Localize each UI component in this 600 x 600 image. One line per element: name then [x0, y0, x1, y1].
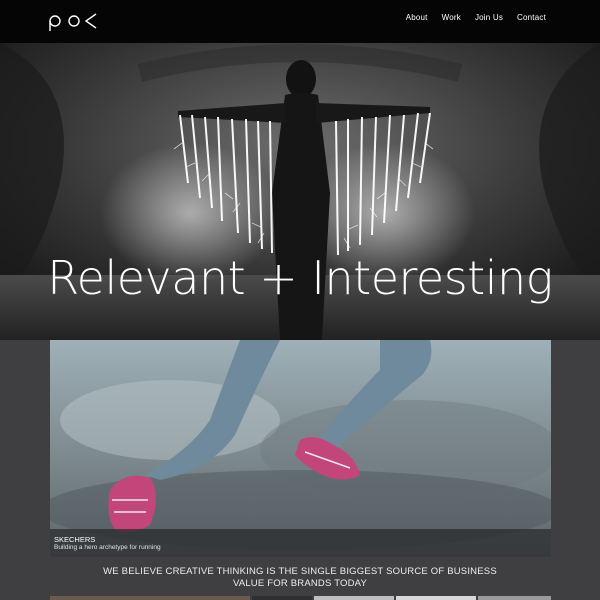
- tagline-line-2: VALUE FOR BRANDS TODAY: [232, 578, 368, 589]
- nav-about-link[interactable]: About: [406, 13, 428, 22]
- work-thumbnail[interactable]: [252, 596, 312, 600]
- brand-tagline: WE BELIEVE CREATIVE THINKING IS THE SING…: [0, 566, 600, 590]
- top-navigation-bar: About Work Join Us Contact: [0, 0, 600, 43]
- work-thumbnail[interactable]: [314, 596, 394, 600]
- tagline-line-1: WE BELIEVE CREATIVE THINKING IS THE SING…: [103, 566, 497, 577]
- nav-join-us-link[interactable]: Join Us: [475, 13, 503, 22]
- work-title: SKECHERS: [54, 535, 96, 544]
- work-caption: SKECHERS Building a hero archetype for r…: [50, 529, 551, 557]
- main-nav: About Work Join Us Contact: [406, 13, 546, 22]
- skechers-runner-image: [50, 340, 551, 557]
- nav-work-link[interactable]: Work: [442, 13, 461, 22]
- work-thumbnail[interactable]: [50, 596, 250, 600]
- nav-contact-link[interactable]: Contact: [517, 13, 546, 22]
- work-thumbnail[interactable]: [478, 596, 551, 600]
- main-content: SKECHERS Building a hero archetype for r…: [0, 340, 600, 600]
- pok-logo[interactable]: [48, 8, 100, 34]
- featured-work-card[interactable]: SKECHERS Building a hero archetype for r…: [50, 340, 551, 557]
- hero-headline: Relevant + Interesting: [47, 251, 553, 305]
- work-subtitle: Building a hero archetype for running: [54, 544, 161, 551]
- hero-banner: Relevant + Interesting: [0, 43, 600, 340]
- work-thumbnails-strip: [50, 596, 551, 600]
- work-thumbnail[interactable]: [396, 596, 476, 600]
